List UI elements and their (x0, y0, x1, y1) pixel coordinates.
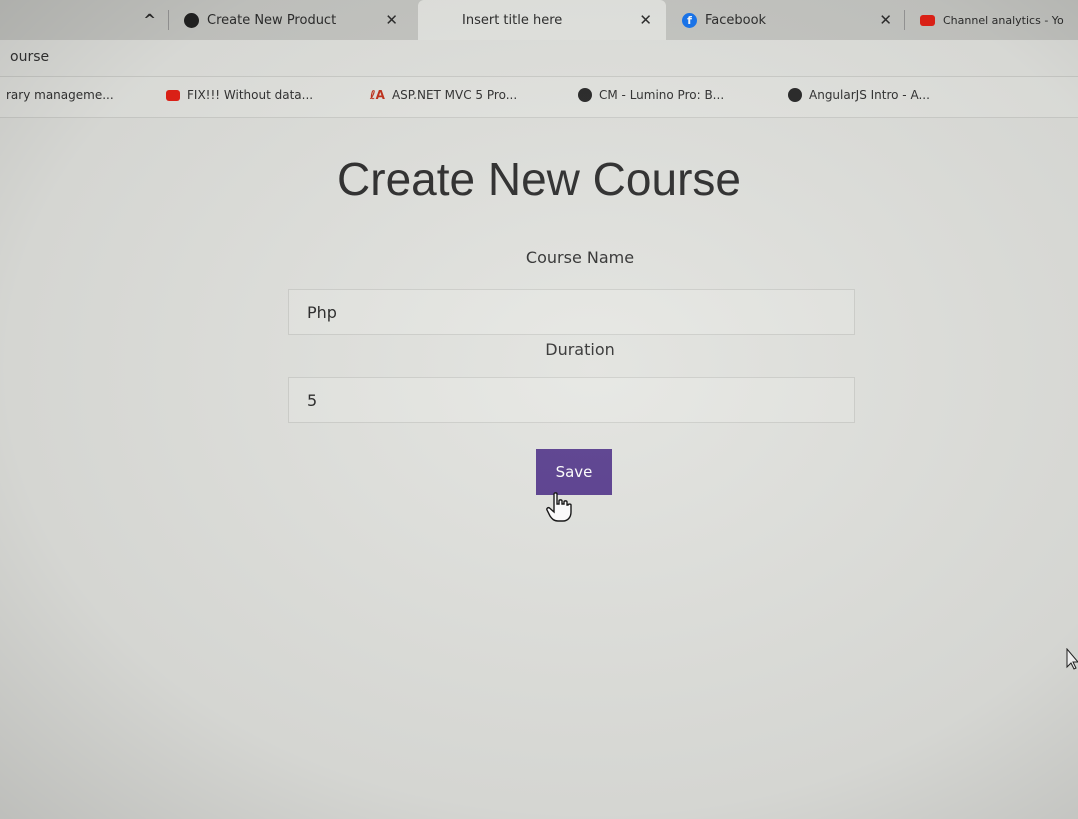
globe-icon (578, 88, 592, 102)
bookmark-label: FIX!!! Without data... (187, 88, 314, 102)
youtube-icon (920, 14, 935, 26)
aspnet-icon: ℓA (370, 88, 385, 102)
address-bar[interactable]: ourse (0, 40, 1078, 77)
youtube-icon (166, 89, 180, 101)
bookmark-label: rary manageme... (6, 88, 114, 102)
close-icon[interactable]: ✕ (879, 11, 892, 29)
globe-icon (788, 88, 802, 102)
bookmark-angularjs-intro[interactable]: AngularJS Intro - A... (788, 88, 930, 102)
tab-facebook[interactable]: f Facebook ✕ (670, 0, 906, 40)
course-name-input[interactable] (288, 289, 855, 335)
save-button[interactable]: Save (536, 449, 612, 495)
browser-tab-strip: ^ Create New Product ✕ Insert title here… (0, 0, 1078, 40)
close-icon[interactable]: ✕ (639, 11, 652, 29)
tab-collapse-icon[interactable]: ^ (143, 11, 156, 29)
hand-pointer-icon (546, 492, 572, 522)
duration-label: Duration (545, 340, 615, 359)
address-text[interactable]: ourse (10, 49, 49, 65)
arrow-cursor-icon (1066, 648, 1078, 670)
tab-label: Facebook (705, 12, 767, 28)
duration-input[interactable] (288, 377, 855, 423)
bookmark-aspnet-mvc[interactable]: ℓA ASP.NET MVC 5 Pro... (370, 88, 517, 102)
tab-insert-title-here[interactable]: Insert title here ✕ (418, 0, 666, 40)
bookmarks-bar: rary manageme... FIX!!! Without data... … (0, 77, 1078, 118)
tab-label: Channel analytics - Yo (943, 13, 1064, 27)
tab-label: Insert title here (462, 12, 563, 28)
facebook-icon: f (682, 12, 697, 28)
bookmark-cm-lumino[interactable]: CM - Lumino Pro: B... (578, 88, 724, 102)
page-content: Create New Course Course Name Duration S… (0, 118, 1078, 819)
bookmark-fix-without-data[interactable]: FIX!!! Without data... (166, 88, 313, 102)
bookmark-library-management[interactable]: rary manageme... (6, 88, 114, 102)
tab-partial-left[interactable]: ^ (0, 0, 170, 40)
close-icon[interactable]: ✕ (385, 11, 398, 29)
tab-divider (904, 10, 905, 30)
browser-globe-icon (184, 12, 199, 28)
tab-divider (168, 10, 169, 30)
bookmark-label: ASP.NET MVC 5 Pro... (391, 88, 518, 102)
tab-create-new-product[interactable]: Create New Product ✕ (172, 0, 412, 40)
tab-channel-analytics[interactable]: Channel analytics - Yo (908, 0, 1078, 40)
bookmark-label: AngularJS Intro - A... (809, 88, 930, 102)
bookmark-label: CM - Lumino Pro: B... (599, 88, 725, 102)
course-name-label: Course Name (525, 248, 635, 267)
page-title: Create New Course (337, 153, 741, 205)
tab-label: Create New Product (207, 12, 337, 28)
